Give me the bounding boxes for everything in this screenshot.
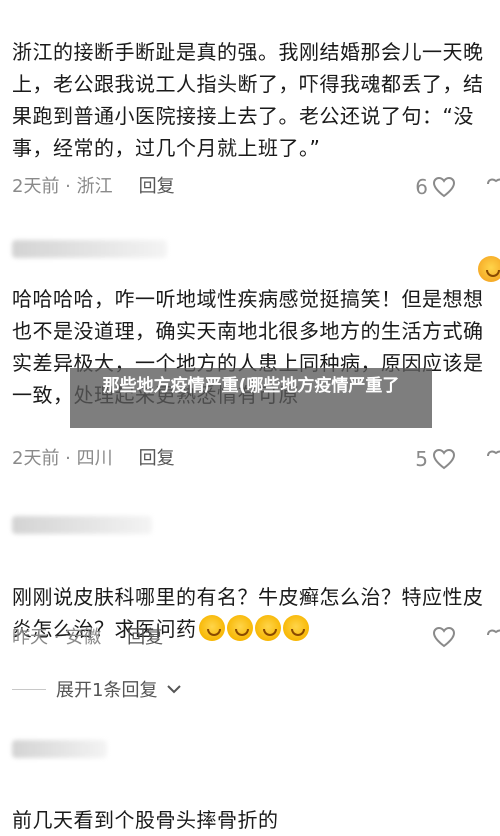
comment-2-time-location: 2天前 · 四川 xyxy=(12,448,113,469)
comment-4-text: 前几天看到个股骨头摔骨折的 xyxy=(12,808,279,832)
pray-emoji xyxy=(254,615,281,641)
expand-replies-label: 展开1条回复 xyxy=(56,680,158,701)
comment-2-meta: 2天前 · 四川 回复 xyxy=(12,446,175,472)
comment-1-text: 浙江的接断手断趾是真的强。我刚结婚那会儿一天晚上，老公跟我说工人指头断了，吓得我… xyxy=(12,40,484,160)
heart-icon xyxy=(432,626,456,648)
comment-3-meta: 昨天 · 安徽 回复 xyxy=(12,625,163,651)
comment-1-reply-button[interactable]: 回复 xyxy=(139,176,175,197)
comment-1-meta: 2天前 · 浙江 回复 xyxy=(12,174,175,200)
pray-emoji xyxy=(198,615,225,641)
comment-1-like-count: 6 xyxy=(415,175,428,199)
expand-divider xyxy=(12,688,46,690)
comment-3-time-location: 昨天 · 安徽 xyxy=(12,627,102,648)
blurred-username-4 xyxy=(12,740,107,758)
pray-emoji xyxy=(282,615,309,641)
pray-emoji xyxy=(226,615,253,641)
dislike-icon[interactable] xyxy=(486,627,500,649)
blurred-username-3 xyxy=(12,516,152,534)
comment-3-reply-button[interactable]: 回复 xyxy=(127,627,163,648)
comment-1-like-button[interactable]: 6 xyxy=(415,175,456,199)
heart-icon xyxy=(432,448,456,470)
comment-3-like-button[interactable] xyxy=(432,626,456,648)
heart-icon xyxy=(432,176,456,198)
expand-replies-button[interactable]: 展开1条回复 xyxy=(12,676,182,702)
laughing-crying-emoji xyxy=(478,256,500,282)
comment-2-like-count: 5 xyxy=(415,447,428,471)
dislike-icon[interactable] xyxy=(486,176,500,198)
comment-1-time-location: 2天前 · 浙江 xyxy=(12,176,113,197)
dislike-icon[interactable] xyxy=(486,448,500,470)
chevron-down-icon xyxy=(167,685,182,694)
comment-2-reply-button[interactable]: 回复 xyxy=(139,448,175,469)
comment-2-like-button[interactable]: 5 xyxy=(415,447,456,471)
overlay-title-banner: 那些地方疫情严重(哪些地方疫情严重了 xyxy=(70,368,432,428)
